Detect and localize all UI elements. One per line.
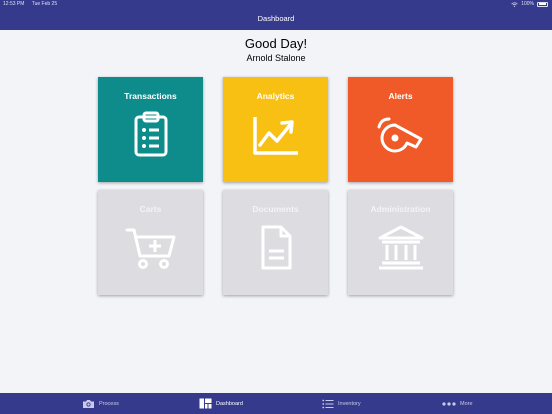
tile-carts[interactable]: Carts bbox=[98, 190, 203, 295]
whistle-icon bbox=[377, 117, 423, 153]
tile-label: Documents bbox=[252, 204, 299, 214]
dashboard-icon bbox=[199, 398, 212, 409]
tab-label: Process bbox=[99, 400, 119, 407]
tile-label: Carts bbox=[139, 204, 162, 214]
clipboard-icon bbox=[134, 111, 168, 157]
tile-transactions[interactable]: Transactions bbox=[98, 77, 203, 182]
bank-building-icon bbox=[378, 225, 424, 270]
trending-chart-icon bbox=[253, 117, 298, 155]
tab-label: More bbox=[460, 400, 473, 407]
more-dots-icon bbox=[442, 401, 456, 406]
tile-label: Analytics bbox=[256, 91, 295, 101]
greeting-message: Good Day! bbox=[244, 36, 308, 51]
battery-icon bbox=[537, 1, 548, 7]
tile-label: Alerts bbox=[388, 91, 413, 101]
wifi-icon bbox=[511, 1, 518, 7]
tab-label: Inventory bbox=[338, 400, 361, 407]
navigation-bar: 12:53 PM Tue Feb 25 100% Dashboard bbox=[0, 0, 552, 30]
user-name: Arnold Stalone bbox=[246, 53, 306, 63]
page-title: Dashboard bbox=[257, 14, 295, 23]
status-bar-right: 100% bbox=[511, 1, 548, 7]
camera-icon bbox=[83, 399, 94, 408]
tile-administration[interactable]: Administration bbox=[348, 190, 453, 295]
tab-process[interactable]: Process bbox=[82, 393, 119, 414]
tile-label: Transactions bbox=[124, 91, 177, 101]
tile-alerts[interactable]: Alerts bbox=[348, 77, 453, 182]
tab-label: Dashboard bbox=[216, 400, 243, 407]
document-icon bbox=[261, 225, 292, 270]
cart-plus-icon bbox=[125, 228, 176, 269]
tile-label: Administration bbox=[370, 204, 431, 214]
status-time: 12:53 PM bbox=[3, 1, 25, 7]
tile-analytics[interactable]: Analytics bbox=[223, 77, 328, 182]
tab-inventory[interactable]: Inventory bbox=[322, 393, 361, 414]
status-bar-left: 12:53 PM Tue Feb 25 bbox=[3, 1, 63, 7]
tab-more[interactable]: More bbox=[442, 393, 473, 414]
tab-dashboard[interactable]: Dashboard bbox=[199, 393, 243, 414]
list-icon bbox=[322, 399, 334, 408]
status-date: Tue Feb 25 bbox=[31, 1, 58, 7]
battery-percentage: 100% bbox=[521, 1, 534, 7]
tile-documents[interactable]: Documents bbox=[223, 190, 328, 295]
tab-bar: Process Dashboard Inventory More bbox=[0, 393, 552, 414]
